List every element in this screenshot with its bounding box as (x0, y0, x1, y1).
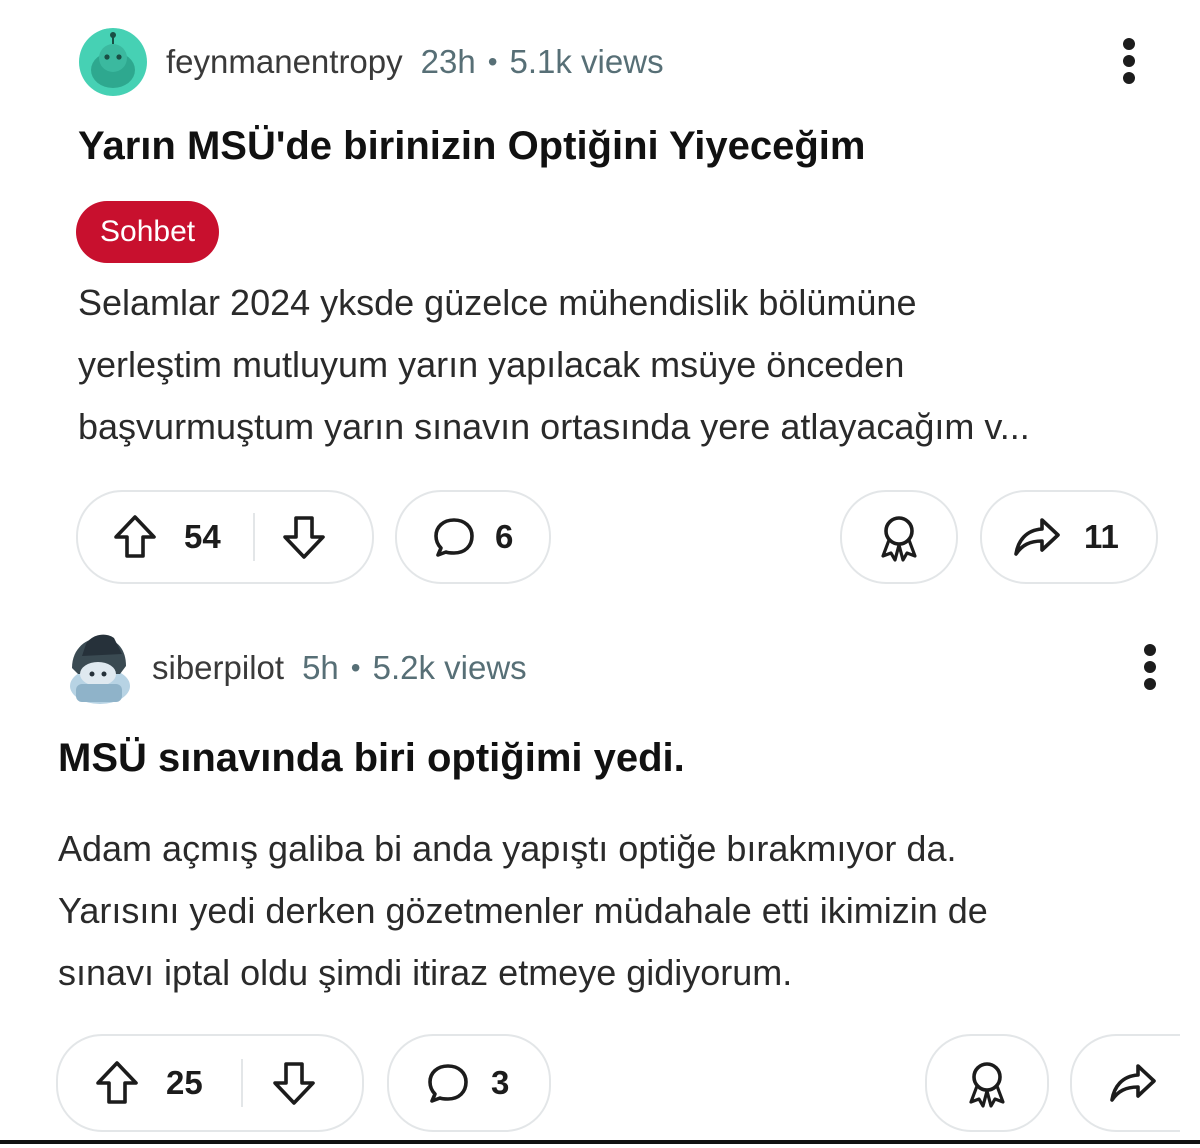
upvote-count: 25 (166, 1064, 203, 1101)
vote-bar: 25 (56, 1034, 364, 1132)
post-title[interactable]: Yarın MSÜ'de birinizin Optiğini Yiyeceği… (78, 124, 865, 169)
post-body[interactable]: Adam açmış galiba bi anda yapıştı optiğe… (58, 818, 988, 1004)
post-body-line: Adam açmış galiba bi anda yapıştı optiğe… (58, 828, 957, 869)
post-body-line: başvurmuştum yarın sınavın ortasında yer… (78, 406, 1030, 447)
view-count: 5.1k views (509, 43, 664, 80)
comment-bubble-icon (425, 1061, 471, 1105)
snoo-avatar-icon (79, 28, 147, 96)
more-options-icon[interactable] (1122, 38, 1136, 84)
post-body-line: sınavı iptal oldu şimdi itiraz etmeye gi… (58, 952, 793, 993)
post-card-2[interactable]: siberpilot 5h • 5.2k views MSÜ sınavında… (0, 608, 1200, 1148)
post-title[interactable]: MSÜ sınavında biri optiğimi yedi. (58, 736, 685, 781)
post-body-line: yerleştim mutluyum yarın yapılacak msüye… (78, 344, 905, 385)
post-body[interactable]: Selamlar 2024 yksde güzelce mühendislik … (78, 272, 1030, 458)
vote-divider (240, 1059, 243, 1107)
share-button[interactable] (1070, 1034, 1180, 1132)
meta-separator: • (487, 46, 498, 77)
user-avatar[interactable] (62, 628, 136, 708)
username[interactable]: feynmanentropy (166, 43, 403, 81)
vote-divider (252, 513, 255, 561)
downvote-arrow-icon[interactable] (281, 513, 327, 561)
share-count: 11 (1084, 518, 1119, 555)
user-avatar[interactable] (76, 28, 150, 96)
view-count: 5.2k views (372, 649, 527, 686)
post-author-row: siberpilot 5h • 5.2k views (62, 626, 527, 710)
share-arrow-icon (1012, 515, 1062, 559)
upvote-count: 54 (184, 518, 221, 555)
upvote-arrow-icon[interactable] (94, 1059, 140, 1107)
award-button[interactable] (925, 1034, 1049, 1132)
award-button[interactable] (840, 490, 958, 584)
post-age: 23h (420, 43, 476, 80)
post-meta: siberpilot 5h • 5.2k views (152, 649, 527, 687)
post-card-1[interactable]: feynmanentropy 23h • 5.1k views Yarın MS… (0, 0, 1200, 600)
comments-button[interactable]: 3 (387, 1034, 551, 1132)
share-button[interactable]: 11 (980, 490, 1158, 584)
post-author-row: feynmanentropy 23h • 5.1k views (76, 28, 664, 96)
more-options-icon[interactable] (1143, 644, 1157, 690)
award-ribbon-icon (963, 1057, 1011, 1109)
vote-bar: 54 (76, 490, 374, 584)
share-arrow-icon (1108, 1061, 1158, 1105)
post-body-line: Yarısını yedi derken gözetmenler müdahal… (58, 890, 988, 931)
comment-bubble-icon (431, 515, 477, 559)
post-meta: feynmanentropy 23h • 5.1k views (166, 43, 664, 81)
meta-separator: • (350, 652, 361, 683)
comment-count: 6 (495, 518, 514, 555)
post-body-line: Selamlar 2024 yksde güzelce mühendislik … (78, 282, 917, 323)
post-flair[interactable]: Sohbet (76, 201, 220, 263)
upvote-arrow-icon[interactable] (112, 513, 158, 561)
bottom-divider (0, 1140, 1200, 1144)
award-ribbon-icon (875, 511, 923, 563)
snoo-hat-avatar-icon (62, 628, 136, 708)
username[interactable]: siberpilot (152, 649, 284, 687)
post-age: 5h (302, 649, 339, 686)
downvote-arrow-icon[interactable] (271, 1059, 317, 1107)
comments-button[interactable]: 6 (395, 490, 551, 584)
comment-count: 3 (491, 1064, 510, 1101)
